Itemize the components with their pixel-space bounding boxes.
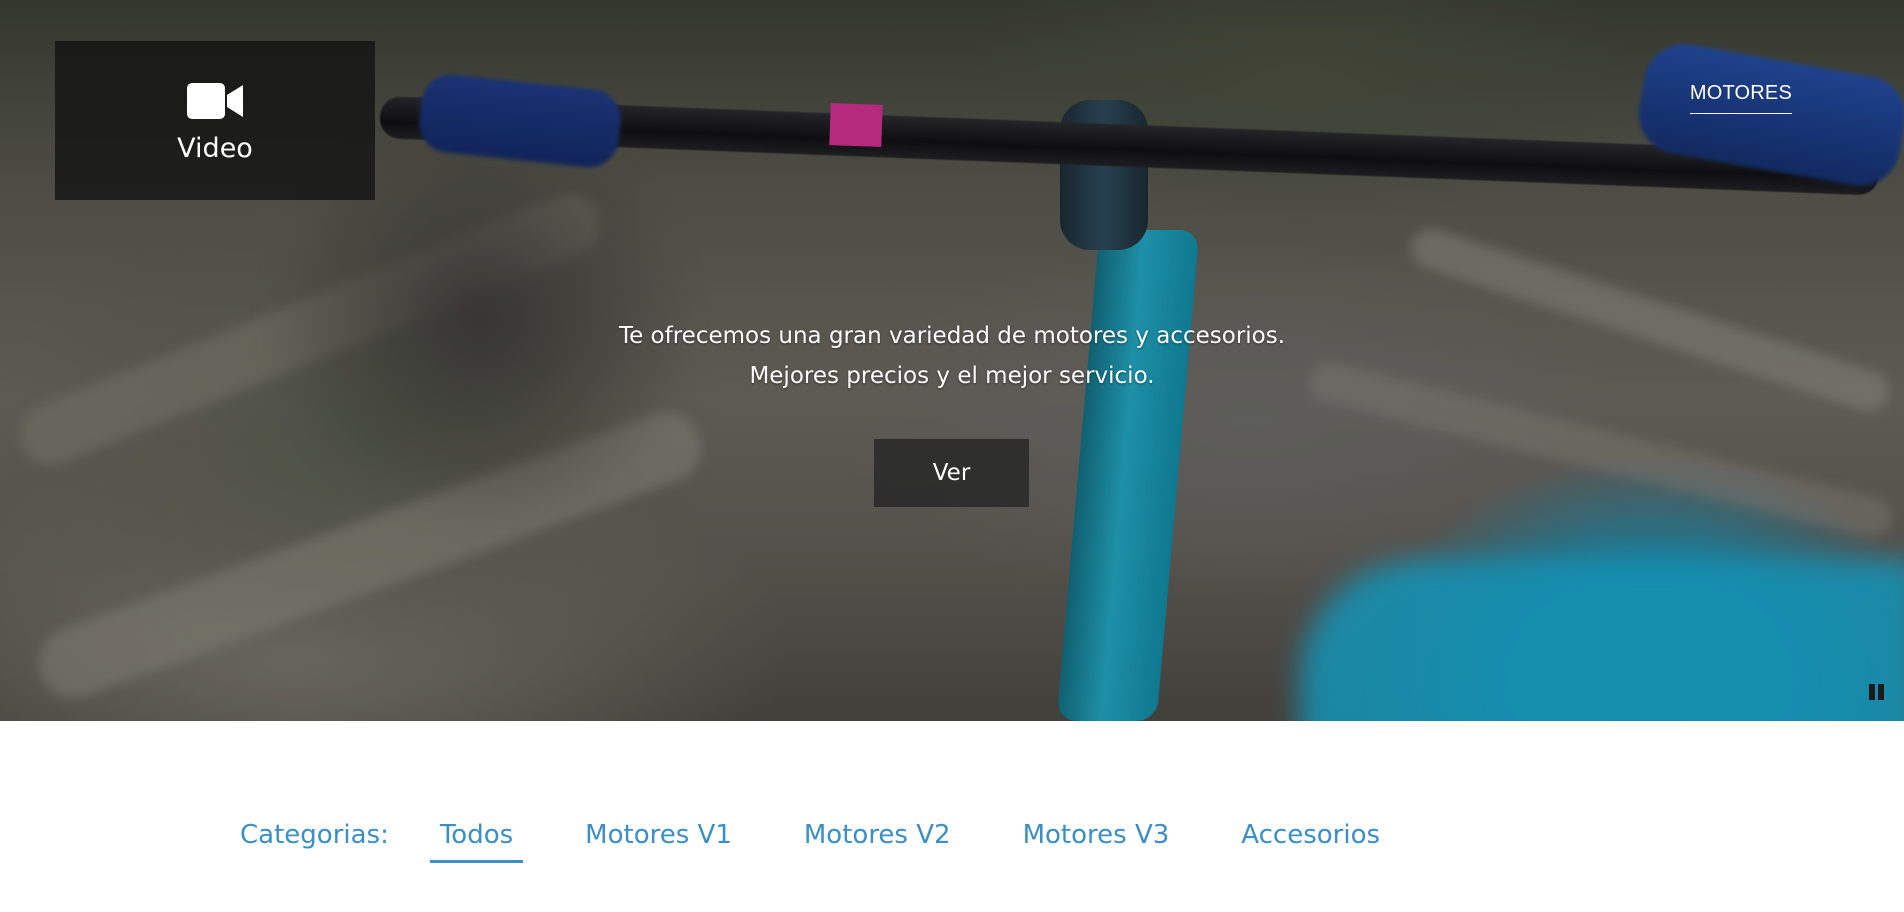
- categories-label: Categorias:: [240, 820, 389, 850]
- video-badge[interactable]: Video: [55, 41, 375, 200]
- tab-accesorios[interactable]: Accesorios: [1231, 820, 1390, 860]
- hero-tagline: Te ofrecemos una gran variedad de motore…: [0, 316, 1904, 396]
- video-badge-label: Video: [177, 133, 253, 164]
- nav-link-motores[interactable]: MOTORES: [1689, 82, 1792, 114]
- ver-button[interactable]: Ver: [874, 439, 1029, 507]
- video-camera-icon: [187, 83, 243, 119]
- tab-motores-v1[interactable]: Motores V1: [575, 820, 742, 860]
- tab-todos[interactable]: Todos: [429, 820, 524, 863]
- category-filter: Categorias: Todos Motores V1 Motores V2 …: [240, 820, 1442, 863]
- pause-bar: [1869, 684, 1875, 700]
- hero-tagline-line2: Mejores precios y el mejor servicio.: [749, 363, 1155, 389]
- tab-motores-v3[interactable]: Motores V3: [1013, 820, 1180, 860]
- pause-bar: [1878, 684, 1884, 700]
- tab-motores-v2[interactable]: Motores V2: [794, 820, 961, 860]
- pause-icon[interactable]: [1869, 684, 1885, 700]
- hero-tagline-line1: Te ofrecemos una gran variedad de motore…: [618, 323, 1286, 349]
